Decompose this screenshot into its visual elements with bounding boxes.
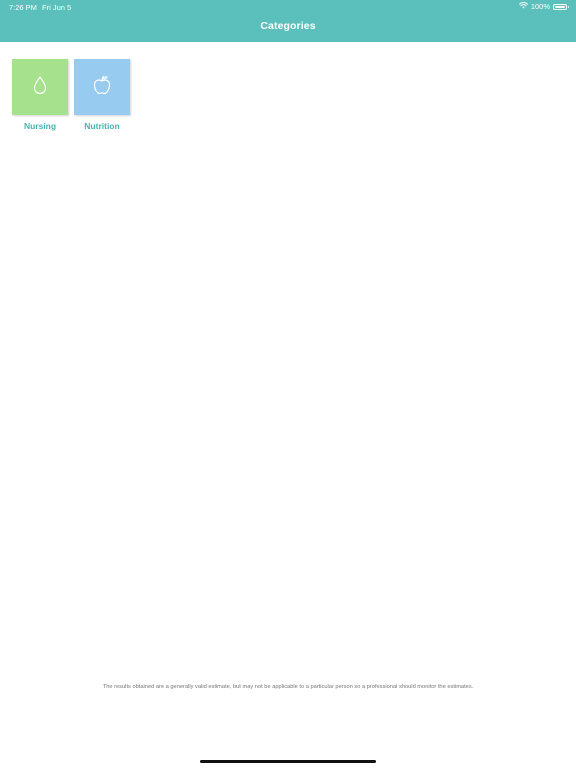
battery-level — [555, 5, 565, 8]
battery-tip — [567, 5, 569, 8]
battery-icon — [553, 3, 569, 10]
status-date: Fri Jun 5 — [42, 3, 72, 12]
category-label: Nutrition — [84, 121, 120, 131]
page-title: Categories — [260, 20, 316, 32]
apple-icon — [91, 74, 113, 101]
category-grid: Nursing Nutrition — [12, 59, 130, 131]
nursing-tile[interactable] — [12, 59, 68, 115]
nutrition-tile[interactable] — [74, 59, 130, 115]
status-time: 7:26 PM — [9, 3, 37, 12]
navigation-bar: 7:26 PM Fri Jun 5 100% Categories — [0, 0, 576, 42]
category-nutrition[interactable]: Nutrition — [74, 59, 130, 131]
drop-icon — [32, 75, 48, 100]
category-nursing[interactable]: Nursing — [12, 59, 68, 131]
home-indicator[interactable] — [200, 760, 376, 763]
status-bar: 7:26 PM Fri Jun 5 100% — [0, 0, 576, 14]
status-indicators: 100% — [518, 2, 569, 11]
wifi-icon — [518, 2, 528, 11]
battery-percentage: 100% — [530, 2, 550, 11]
disclaimer-text: The results obtained are a generally val… — [102, 684, 474, 690]
category-label: Nursing — [23, 121, 57, 131]
